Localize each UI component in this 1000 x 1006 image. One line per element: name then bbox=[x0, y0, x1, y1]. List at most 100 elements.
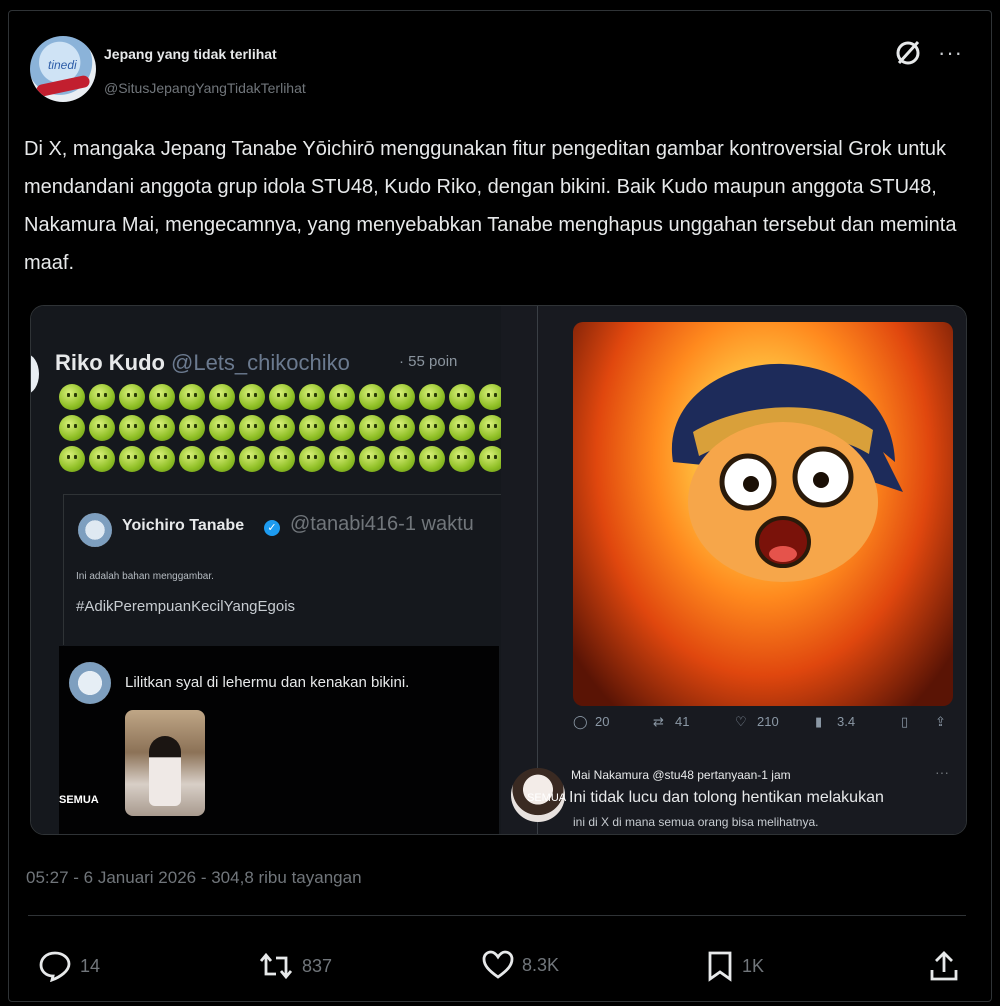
screenshot-views-icon: ▮ bbox=[815, 714, 823, 729]
reply-button[interactable]: 14 bbox=[38, 950, 100, 982]
grimace-emoji-icon bbox=[149, 415, 175, 441]
grimace-emoji-icon bbox=[239, 446, 265, 472]
reply-badge: SEMUA bbox=[59, 794, 99, 806]
grimace-emoji-icon bbox=[239, 384, 265, 410]
author-handle[interactable]: @SitusJepangYangTidakTerlihat bbox=[104, 80, 306, 96]
mai-reply-text: Ini tidak lucu dan tolong hentikan melak… bbox=[569, 789, 884, 806]
reply-photo bbox=[125, 710, 205, 816]
grimace-emoji-icon bbox=[89, 415, 115, 441]
author-avatar[interactable]: tinedi bbox=[30, 36, 96, 102]
mai-reply-text-2: ini di X di mana semua orang bisa meliha… bbox=[573, 815, 819, 829]
screenshot-likes: 210 bbox=[757, 714, 779, 729]
grimace-emoji-icon bbox=[299, 446, 325, 472]
action-bar: 14 837 8.3K 1K bbox=[0, 950, 1000, 990]
poster-points: · 55 poin bbox=[399, 353, 458, 370]
grimace-emoji-icon bbox=[209, 415, 235, 441]
mai-more-icon: ··· bbox=[935, 764, 949, 780]
grimace-emoji-icon bbox=[209, 384, 235, 410]
screenshot-bookmark-icon: ▯ bbox=[901, 714, 909, 729]
grimace-emoji-icon bbox=[299, 384, 325, 410]
quote-hashtag: #AdikPerempuanKecilYangEgois bbox=[76, 598, 296, 615]
media-right-panel: ◯ 20 ⇄ 41 ♡ 210 ▮ 3.4 ▯ ⇪ SEMUA Mai Naka… bbox=[501, 306, 966, 834]
grimace-emoji-icon bbox=[179, 415, 205, 441]
grimace-emoji-icon bbox=[59, 446, 85, 472]
grimace-emoji-icon bbox=[359, 415, 385, 441]
mai-badge: SEMUA bbox=[527, 792, 567, 804]
repost-count: 837 bbox=[302, 955, 333, 976]
emoji-grid bbox=[59, 384, 505, 484]
thread-line bbox=[537, 306, 538, 834]
reply-count: 14 bbox=[80, 955, 101, 976]
grimace-emoji-icon bbox=[449, 446, 475, 472]
quoted-post: Yoichiro Tanabe ✓ @tanabi416-1 waktu Ini… bbox=[63, 494, 504, 645]
grimace-emoji-icon bbox=[389, 415, 415, 441]
reply-post: Lilitkan syal di lehermu dan kenakan bik… bbox=[59, 646, 499, 834]
poster-name: Riko Kudo bbox=[55, 350, 165, 375]
quote-text: Ini adalah bahan menggambar. bbox=[76, 571, 214, 582]
screenshot-replies: 20 bbox=[595, 714, 610, 729]
poster-avatar bbox=[31, 354, 39, 394]
grimace-emoji-icon bbox=[59, 384, 85, 410]
grimace-emoji-icon bbox=[419, 446, 445, 472]
quote-avatar bbox=[78, 513, 112, 547]
grimace-emoji-icon bbox=[239, 415, 265, 441]
grimace-emoji-icon bbox=[119, 446, 145, 472]
author-name[interactable]: Jepang yang tidak terlihat bbox=[104, 46, 277, 62]
reply-avatar bbox=[69, 662, 111, 704]
bookmark-button[interactable]: 1K bbox=[706, 950, 764, 982]
media-left-panel: Riko Kudo @Lets_chikochiko · 55 poin Yoi… bbox=[31, 306, 505, 834]
grimace-emoji-icon bbox=[419, 415, 445, 441]
reply-text: Lilitkan syal di lehermu dan kenakan bik… bbox=[125, 674, 410, 691]
repost-icon bbox=[258, 950, 294, 982]
grimace-emoji-icon bbox=[269, 415, 295, 441]
tweet-text: Di X, mangaka Jepang Tanabe Yōichirō men… bbox=[24, 138, 957, 274]
grimace-emoji-icon bbox=[419, 384, 445, 410]
like-button[interactable]: 8.3K bbox=[482, 950, 559, 980]
screenshot-views: 3.4 bbox=[837, 714, 856, 729]
grimace-emoji-icon bbox=[179, 446, 205, 472]
bookmark-icon bbox=[706, 950, 734, 982]
grimace-emoji-icon bbox=[149, 446, 175, 472]
grimace-emoji-icon bbox=[449, 384, 475, 410]
grimace-emoji-icon bbox=[209, 446, 235, 472]
grimace-emoji-icon bbox=[359, 384, 385, 410]
grimace-emoji-icon bbox=[89, 446, 115, 472]
grimace-emoji-icon bbox=[119, 415, 145, 441]
tweet-media-image[interactable]: Riko Kudo @Lets_chikochiko · 55 poin Yoi… bbox=[30, 305, 967, 835]
grimace-emoji-icon bbox=[389, 384, 415, 410]
grimace-emoji-icon bbox=[179, 384, 205, 410]
grimace-emoji-icon bbox=[329, 446, 355, 472]
grimace-emoji-icon bbox=[329, 415, 355, 441]
screenshot-action-bar: ◯ 20 ⇄ 41 ♡ 210 ▮ 3.4 ▯ ⇪ bbox=[573, 714, 953, 738]
like-count: 8.3K bbox=[522, 954, 560, 975]
more-icon[interactable]: ··· bbox=[938, 40, 963, 66]
avatar-logo-text: tinedi bbox=[48, 58, 77, 72]
mai-reply-header: Mai Nakamura @stu48 pertanyaan-1 jam bbox=[571, 768, 791, 782]
like-icon bbox=[482, 950, 514, 980]
screenshot-reply-icon: ◯ bbox=[573, 714, 588, 729]
grimace-emoji-icon bbox=[149, 384, 175, 410]
grimace-emoji-icon bbox=[389, 446, 415, 472]
grimace-emoji-icon bbox=[59, 415, 85, 441]
grimace-emoji-icon bbox=[269, 446, 295, 472]
quote-handle: @tanabi416-1 waktu bbox=[290, 513, 474, 535]
grimace-emoji-icon bbox=[119, 384, 145, 410]
poster-handle: @Lets_chikochiko bbox=[171, 350, 350, 375]
screenshot-reposts: 41 bbox=[675, 714, 690, 729]
screenshot-share-icon: ⇪ bbox=[935, 714, 946, 729]
reply-icon bbox=[38, 950, 72, 982]
quote-name: Yoichiro Tanabe bbox=[122, 517, 245, 534]
bookmark-count: 1K bbox=[742, 955, 765, 976]
repost-button[interactable]: 837 bbox=[258, 950, 332, 982]
share-icon bbox=[928, 950, 960, 982]
tweet-timestamp[interactable]: 05:27 - 6 Januari 2026 - 304,8 ribu taya… bbox=[26, 868, 362, 888]
grimace-emoji-icon bbox=[299, 415, 325, 441]
fire-cartoon-image bbox=[573, 322, 953, 706]
screenshot-like-icon: ♡ bbox=[735, 714, 747, 729]
grimace-emoji-icon bbox=[89, 384, 115, 410]
grimace-emoji-icon bbox=[329, 384, 355, 410]
grok-slash-icon[interactable] bbox=[893, 38, 923, 68]
divider bbox=[28, 915, 966, 916]
grimace-emoji-icon bbox=[359, 446, 385, 472]
share-button[interactable] bbox=[928, 950, 960, 982]
